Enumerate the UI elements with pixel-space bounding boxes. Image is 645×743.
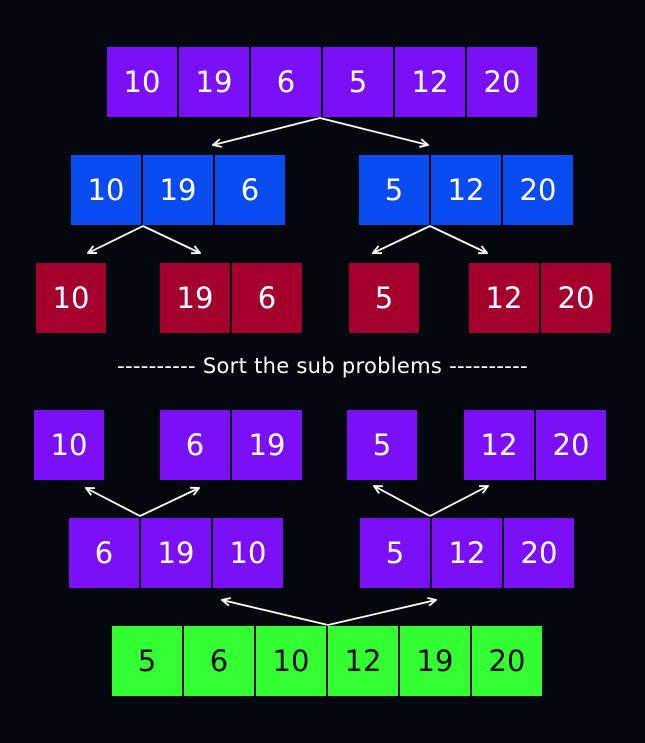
array-cell: 10 [71,155,141,225]
array-cell: 19 [232,410,302,480]
array-cell: 12 [431,155,501,225]
sort-separator-label: ---------- Sort the sub problems -------… [117,354,528,378]
arrow [86,488,141,517]
leaf-12-20-group: 12 20 [469,263,611,333]
arrow [373,225,431,253]
array-cell: 12 [328,626,398,696]
array-cell: 12 [469,263,539,333]
array-cell: 5 [360,518,430,588]
array-cell: 6 [251,47,321,117]
array-cell: 10 [107,47,177,117]
array-cell: 20 [472,626,542,696]
array-cell: 6 [160,410,230,480]
array-cell: 19 [141,518,211,588]
array-cell: 20 [536,410,606,480]
array-cell: 19 [179,47,249,117]
final-array-group: 5 6 10 12 19 20 [112,626,542,696]
arrow [327,600,436,626]
array-cell: 5 [112,626,182,696]
leaf-10-group: 10 [36,263,106,333]
arrow [374,486,431,517]
arrow [429,486,488,517]
split-left-group: 10 19 6 [71,155,285,225]
arrow [222,600,329,626]
leaf-19-6-group: 19 6 [160,263,302,333]
sorted-leaf-12-20-group: 12 20 [464,410,606,480]
array-cell: 6 [215,155,285,225]
array-cell: 12 [464,410,534,480]
arrow [139,488,199,517]
merged-left-group: 6 19 10 [69,518,283,588]
arrow [88,225,144,253]
array-cell: 6 [232,263,302,333]
sorted-leaf-10-group: 10 [34,410,104,480]
sorted-leaf-6-19-group: 6 19 [160,410,302,480]
array-cell: 12 [395,47,465,117]
array-cell: 10 [34,410,104,480]
array-cell: 5 [349,263,419,333]
array-cell: 20 [467,47,537,117]
arrow [429,225,487,253]
array-cell: 19 [143,155,213,225]
array-cell: 10 [36,263,106,333]
array-cell: 10 [256,626,326,696]
array-cell: 19 [160,263,230,333]
split-right-group: 5 12 20 [359,155,573,225]
array-cell: 10 [213,518,283,588]
array-cell: 20 [541,263,611,333]
array-cell: 19 [400,626,470,696]
sorted-leaf-5-group: 5 [347,410,417,480]
array-cell: 12 [432,518,502,588]
arrow [213,117,321,145]
array-cell: 5 [323,47,393,117]
arrow [319,117,428,145]
merged-right-group: 5 12 20 [360,518,574,588]
arrow [142,225,200,253]
array-cell: 20 [504,518,574,588]
leaf-5-group: 5 [349,263,419,333]
array-cell: 5 [359,155,429,225]
merge-sort-diagram: ---------- Sort the sub problems -------… [0,0,645,743]
array-cell: 6 [69,518,139,588]
array-cell: 20 [503,155,573,225]
top-array-group: 10 19 6 5 12 20 [107,47,537,117]
array-cell: 6 [184,626,254,696]
array-cell: 5 [347,410,417,480]
